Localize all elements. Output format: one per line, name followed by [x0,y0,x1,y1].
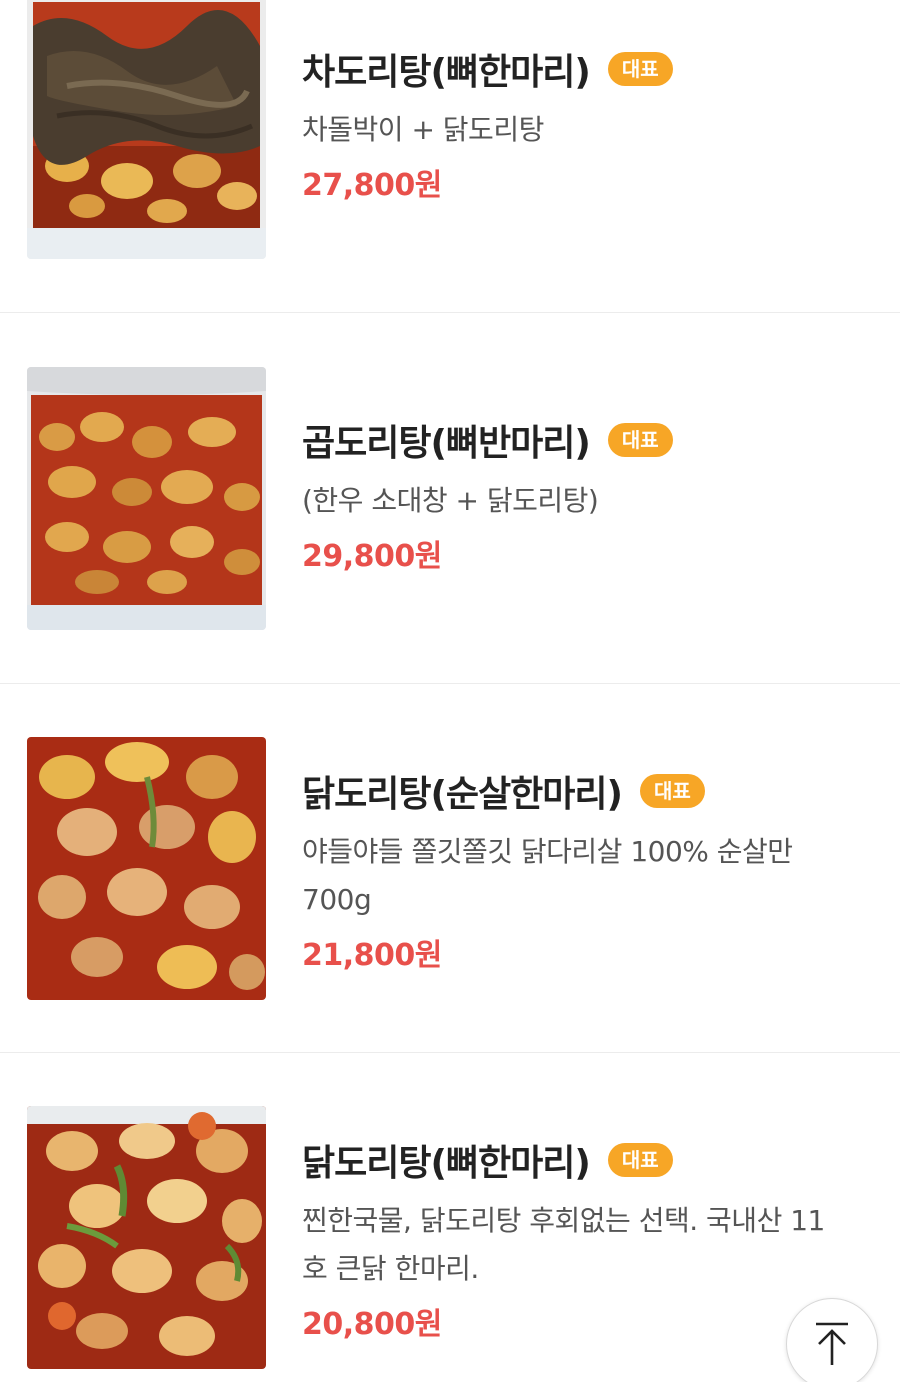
menu-item-image[interactable] [27,0,266,259]
menu-item-title: 차도리탕(뼈한마리) [302,52,591,93]
menu-item-price: 20,800원 [302,1307,442,1342]
menu-item-description: 야들야들 쫄깃쫄깃 닭다리살 100% 순살만 700g [302,835,793,916]
menu-item[interactable]: 차도리탕(뼈한마리) 대표 차돌박이 + 닭도리탕 27,800원 [0,0,900,313]
menu-item-description: 찐한국물, 닭도리탕 후회없는 선택. 국내산 11호 큰닭 한마리. [302,1204,825,1285]
menu-item[interactable]: 닭도리탕(뼈한마리) 대표 찐한국물, 닭도리탕 후회없는 선택. 국내산 11… [0,1053,900,1382]
menu-item-image[interactable] [27,367,266,630]
menu-item-price: 29,800원 [302,539,442,574]
menu-item-title: 닭도리탕(뼈한마리) [302,1143,591,1184]
menu-item-description: 차돌박이 + 닭도리탕 [302,113,544,146]
signature-badge: 대표 [640,774,705,808]
menu-item-price: 27,800원 [302,168,442,203]
signature-badge: 대표 [607,423,673,457]
menu-item-image[interactable] [27,737,266,1000]
menu-item-description: (한우 소대창 + 닭도리탕) [302,484,599,517]
signature-badge: 대표 [607,52,673,86]
scroll-to-top-button[interactable] [786,1298,878,1382]
menu-item-title: 닭도리탕(순살한마리) [302,774,623,815]
menu-item-title: 곱도리탕(뼈반마리) [302,423,591,464]
signature-badge: 대표 [607,1143,673,1177]
menu-item-price: 21,800원 [302,938,442,973]
menu-list: 차도리탕(뼈한마리) 대표 차돌박이 + 닭도리탕 27,800원 곱도리탕(뼈… [0,0,900,1382]
menu-item-image[interactable] [27,1106,266,1369]
menu-item[interactable]: 닭도리탕(순살한마리) 대표 야들야들 쫄깃쫄깃 닭다리살 100% 순살만 7… [0,684,900,1053]
arrow-up-to-top-icon [816,1322,848,1365]
menu-item[interactable]: 곱도리탕(뼈반마리) 대표 (한우 소대창 + 닭도리탕) 29,800원 [0,313,900,684]
